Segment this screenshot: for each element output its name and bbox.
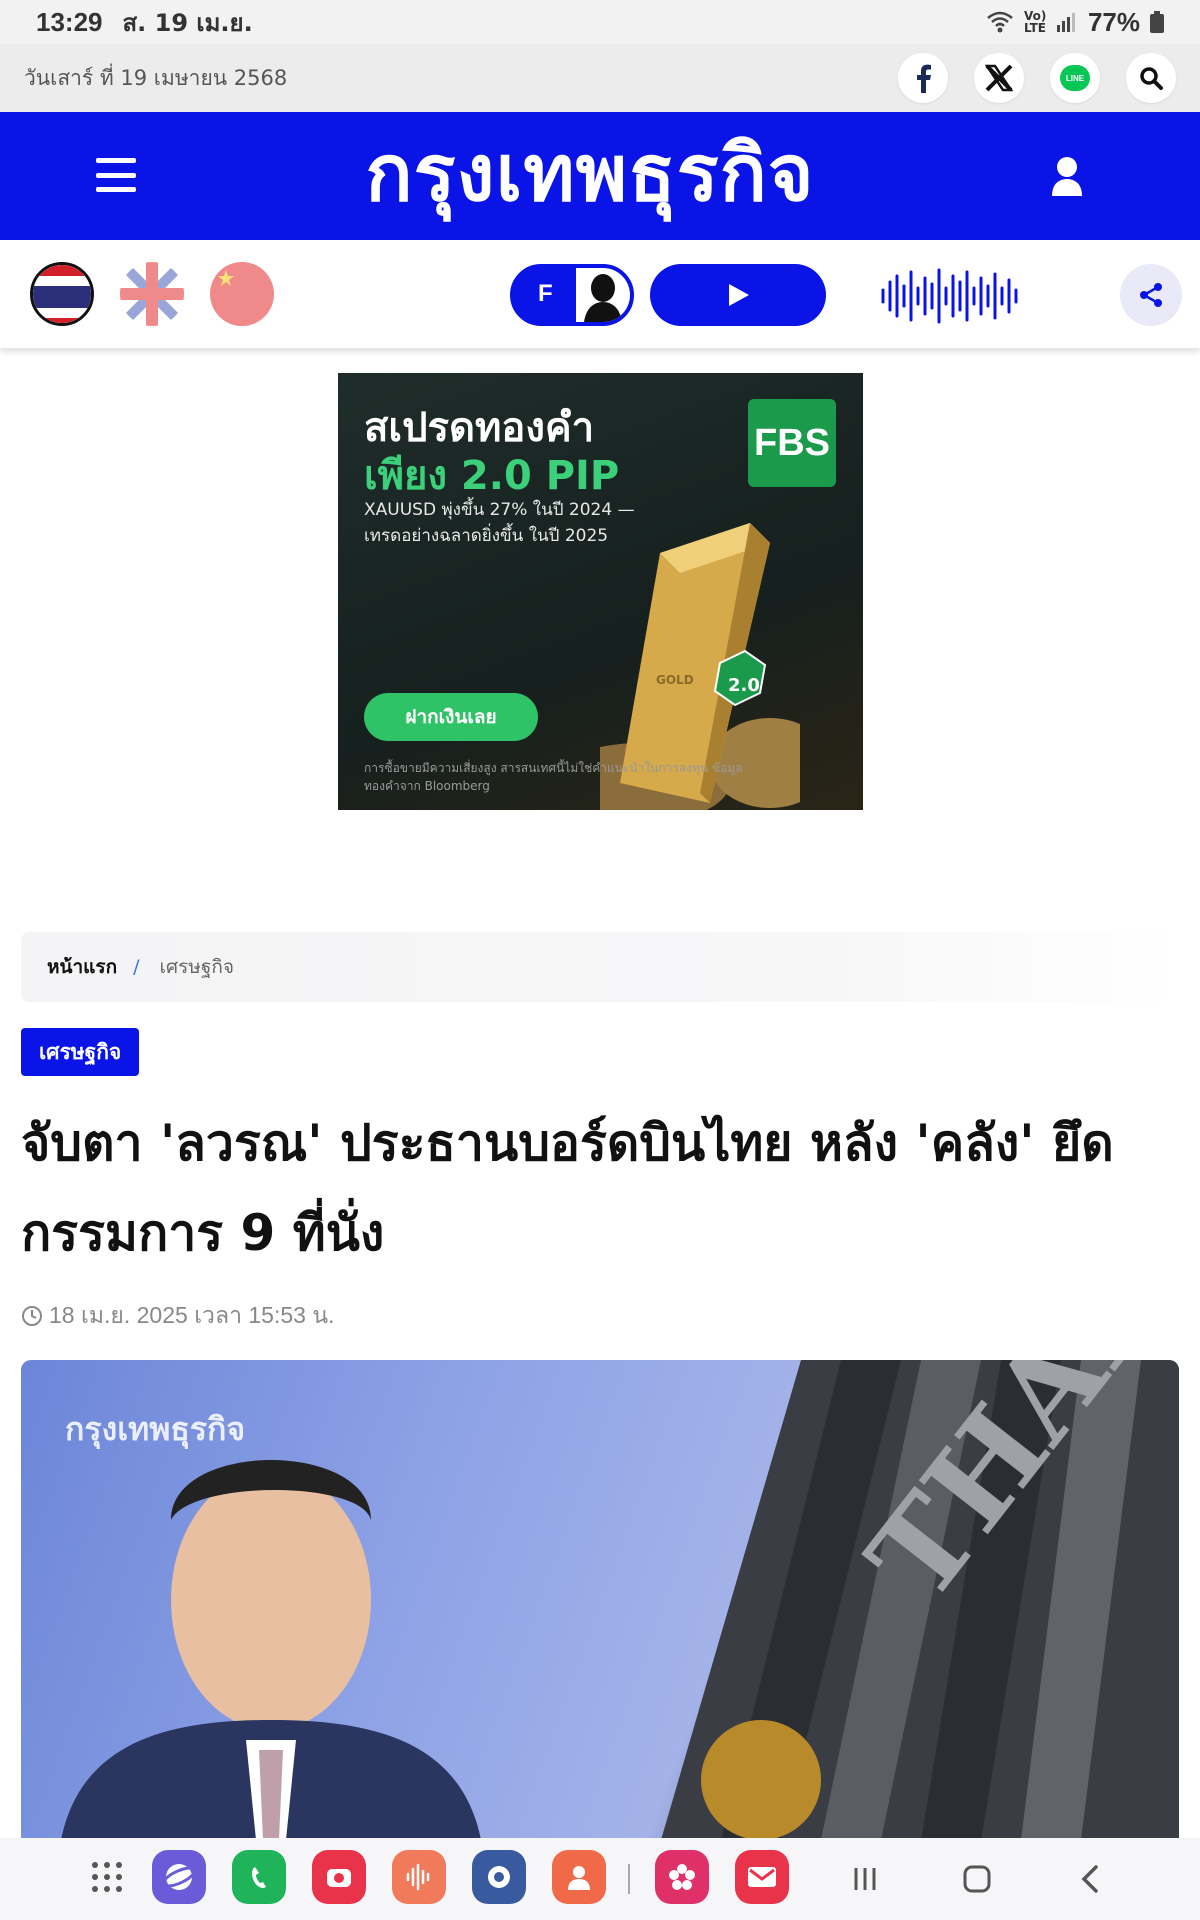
battery-percent: 77% (1087, 6, 1140, 37)
article-hero-image[interactable]: THAI กรุงเทพธุรกิจ (21, 1360, 1179, 1840)
back-icon[interactable] (1078, 1864, 1102, 1894)
share-icon (1140, 283, 1162, 307)
hero-watermark: กรุงเทพธุรกิจ (65, 1410, 246, 1448)
line-icon-label: LINE (1065, 73, 1085, 83)
avatar-silhouette-icon (576, 268, 630, 322)
contacts-icon[interactable] (552, 1850, 606, 1904)
line-icon: LINE (1060, 65, 1090, 91)
home-icon[interactable] (962, 1864, 992, 1894)
timestamp-text: 18 เม.ย. 2025 เวลา 15:53 น. (49, 1302, 335, 1328)
site-header: กรุงเทพธุรกิจ (0, 112, 1200, 240)
phone-icon[interactable] (232, 1850, 286, 1904)
wifi-icon (987, 11, 1013, 33)
internet-icon[interactable] (152, 1850, 206, 1904)
status-bar: 13:29 ส. 19 เม.ย. Vo) LTE 77% (0, 0, 1200, 44)
article-headline: จับตา 'ลวรณ' ประธานบอร์ดบินไทย หลัง 'คลั… (21, 1114, 1114, 1262)
facebook-button[interactable] (898, 53, 948, 103)
settings-icon[interactable] (472, 1850, 526, 1904)
system-nav-bar (0, 1838, 1200, 1920)
camera-icon[interactable] (312, 1850, 366, 1904)
voice-recorder-icon[interactable] (392, 1850, 446, 1904)
breadcrumb: หน้าแรก / เศรษฐกิจ (21, 932, 1181, 1002)
secondary-toolbar: F (0, 240, 1200, 348)
user-account-icon[interactable] (1050, 156, 1084, 196)
clock-icon (22, 1306, 42, 1326)
china-flag-icon[interactable] (210, 262, 274, 326)
apps-grid-icon[interactable] (80, 1850, 134, 1904)
fbs-logo: FBS (748, 399, 836, 487)
play-button[interactable] (650, 264, 826, 326)
breadcrumb-current[interactable]: เศรษฐกิจ (160, 952, 234, 982)
recents-icon[interactable] (850, 1864, 880, 1894)
breadcrumb-separator: / (133, 956, 140, 978)
ad-gold-bar-text: GOLD (656, 673, 694, 687)
signal-icon (1056, 13, 1075, 32)
breadcrumb-home-link[interactable]: หน้าแรก (47, 952, 117, 982)
ad-disclaimer: การซื้อขายมีความเสี่ยงสูง สารสนเทศนี้ไม่… (364, 761, 743, 793)
ad-spread-badge: 2.0 (728, 675, 760, 696)
category-badge[interactable]: เศรษฐกิจ (21, 1028, 140, 1076)
f-profile-button[interactable]: F (510, 264, 634, 326)
top-date-bar: วันเสาร์ ที่ 19 เมษายน 2568 LINE (0, 44, 1200, 112)
email-icon[interactable] (735, 1850, 789, 1904)
ad-cta-button[interactable]: ฝากเงินเลย (364, 693, 538, 741)
current-date: วันเสาร์ ที่ 19 เมษายน 2568 (24, 65, 288, 90)
status-date: ส. 19 เม.ย. (122, 8, 253, 37)
x-button[interactable] (974, 53, 1024, 103)
site-logo[interactable]: กรุงเทพธุรกิจ (320, 124, 860, 224)
thai-flag-icon[interactable] (30, 262, 94, 326)
social-links: LINE (898, 53, 1176, 103)
f-label: F (538, 280, 553, 307)
status-time: 13:29 (36, 6, 103, 37)
play-icon (729, 284, 749, 306)
hamburger-menu-icon[interactable] (96, 158, 136, 192)
status-icons: Vo) LTE 77% (986, 7, 1164, 38)
x-icon (985, 64, 1013, 92)
nav-divider (628, 1864, 630, 1894)
article-timestamp: 18 เม.ย. 2025 เวลา 15:53 น. (21, 1298, 334, 1334)
search-button[interactable] (1126, 53, 1176, 103)
facebook-icon (917, 64, 931, 93)
share-button[interactable] (1120, 264, 1182, 326)
audio-waveform-icon[interactable] (880, 268, 1020, 324)
uk-flag-icon[interactable] (120, 262, 184, 326)
battery-icon (1150, 11, 1164, 33)
search-icon (1140, 67, 1163, 90)
line-button[interactable]: LINE (1050, 53, 1100, 103)
gallery-icon[interactable] (655, 1850, 709, 1904)
advertisement-banner[interactable]: สเปรดทองคำ เพียง 2.0 PIP XAUUSD พุ่งขึ้น… (338, 373, 863, 810)
network-label: Vo) LTE (1023, 9, 1047, 35)
